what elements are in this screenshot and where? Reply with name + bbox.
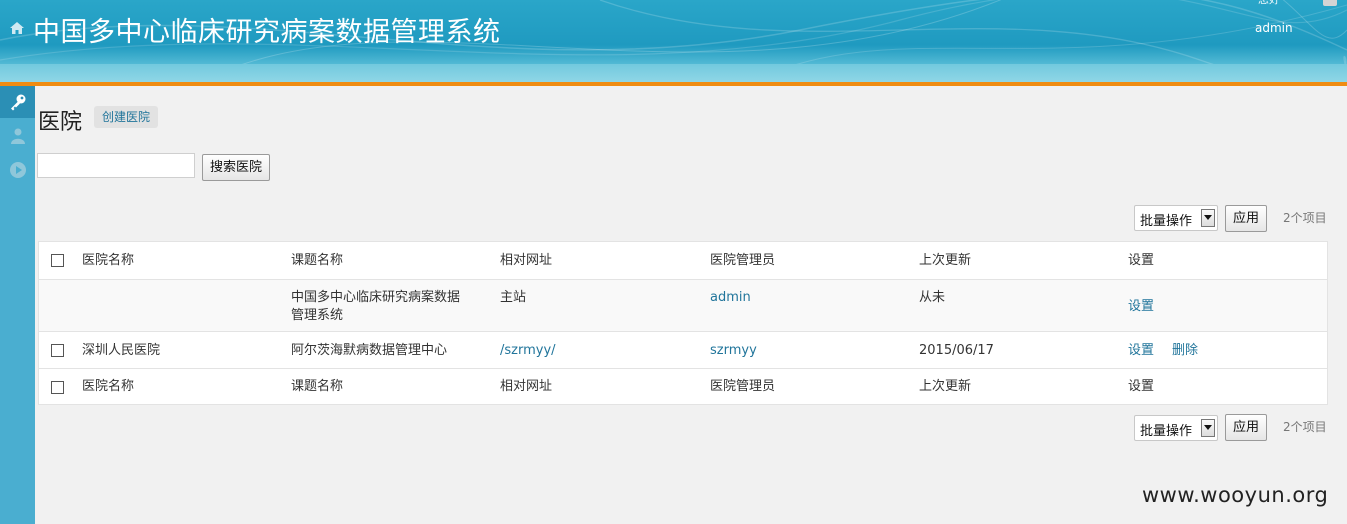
bulk-action-select-bottom[interactable]: 批量操作 xyxy=(1134,415,1218,441)
chevron-down-icon xyxy=(1201,209,1215,227)
search-input[interactable] xyxy=(37,153,195,178)
apply-button-bottom[interactable]: 应用 xyxy=(1225,414,1268,441)
table-row: 中国多中心临床研究病案数据 管理系统 主站 admin 从未 设置 xyxy=(39,279,1327,332)
sidebar-item-play[interactable] xyxy=(0,154,35,186)
project-name-line1: 中国多中心临床研究病案数据 xyxy=(291,290,461,305)
hospital-admin-link[interactable]: szrmyy xyxy=(710,342,757,360)
column-footer-url: 相对网址 xyxy=(500,379,553,394)
item-count-bottom: 2个项目 xyxy=(1283,420,1327,434)
create-hospital-button[interactable]: 创建医院 xyxy=(94,106,159,128)
select-all-checkbox-bottom[interactable] xyxy=(51,381,64,394)
column-footer-name[interactable]: 医院名称 xyxy=(82,378,134,396)
column-header-url: 相对网址 xyxy=(500,253,553,268)
table-header-row: 医院名称 课题名称 相对网址 医院管理员 上次更新 设置 xyxy=(39,242,1327,279)
select-all-checkbox[interactable] xyxy=(51,254,64,267)
system-title: 中国多中心临床研究病案数据管理系统 xyxy=(33,17,501,48)
column-header-updated: 上次更新 xyxy=(919,253,972,268)
search-hospital-button[interactable]: 搜索医院 xyxy=(202,154,271,181)
page-title: 医院 xyxy=(38,110,83,135)
key-icon xyxy=(10,94,25,111)
bulk-action-selected: 批量操作 xyxy=(1140,214,1193,229)
delete-link[interactable]: 删除 xyxy=(1172,342,1198,360)
apply-button-top[interactable]: 应用 xyxy=(1225,205,1268,232)
hospital-admin-link[interactable]: admin xyxy=(710,289,751,307)
avatar[interactable] xyxy=(1323,0,1337,6)
settings-link[interactable]: 设置 xyxy=(1128,298,1154,316)
column-footer-admin: 医院管理员 xyxy=(710,379,776,394)
chevron-down-icon xyxy=(1201,419,1215,437)
project-name: 阿尔茨海默病数据管理中心 xyxy=(291,343,448,358)
relative-url-link[interactable]: /szrmyy/ xyxy=(500,342,556,360)
user-icon xyxy=(10,128,25,144)
accent-bar xyxy=(0,82,1347,86)
greeting-text: 您好 xyxy=(1258,0,1280,7)
current-user[interactable]: admin xyxy=(1255,21,1293,35)
header-band xyxy=(0,64,1347,82)
last-updated: 从未 xyxy=(919,290,946,305)
hospital-table: 医院名称 课题名称 相对网址 医院管理员 上次更新 设置 中国多中心临床研究病案… xyxy=(38,241,1328,405)
column-footer-project: 课题名称 xyxy=(291,379,344,394)
column-footer-settings: 设置 xyxy=(1128,379,1155,394)
column-header-project: 课题名称 xyxy=(291,253,344,268)
bulk-action-select-top[interactable]: 批量操作 xyxy=(1134,205,1218,231)
item-count-top: 2个项目 xyxy=(1283,211,1327,225)
sidebar xyxy=(0,86,35,524)
settings-link[interactable]: 设置 xyxy=(1128,342,1154,360)
home-icon[interactable] xyxy=(9,20,25,36)
column-header-name[interactable]: 医院名称 xyxy=(82,252,134,270)
column-header-admin: 医院管理员 xyxy=(710,253,776,268)
table-footer-row: 医院名称 课题名称 相对网址 医院管理员 上次更新 设置 xyxy=(39,368,1327,405)
hospital-name: 深圳人民医院 xyxy=(82,343,161,358)
column-footer-updated: 上次更新 xyxy=(919,379,972,394)
row-checkbox[interactable] xyxy=(51,344,64,357)
last-updated: 2015/06/17 xyxy=(919,343,994,358)
watermark: www.wooyun.org xyxy=(1142,483,1329,507)
project-name-line2: 管理系统 xyxy=(291,308,344,323)
bulk-action-selected: 批量操作 xyxy=(1140,424,1193,439)
column-header-settings: 设置 xyxy=(1128,253,1155,268)
table-row: 深圳人民医院 阿尔茨海默病数据管理中心 /szrmyy/ szrmyy 2015… xyxy=(39,331,1327,369)
app-header: 中国多中心临床研究病案数据管理系统 您好 admin xyxy=(0,0,1347,82)
play-circle-icon xyxy=(9,162,26,178)
relative-url: 主站 xyxy=(500,290,527,305)
sidebar-item-key[interactable] xyxy=(0,86,35,118)
sidebar-item-user[interactable] xyxy=(0,120,35,152)
